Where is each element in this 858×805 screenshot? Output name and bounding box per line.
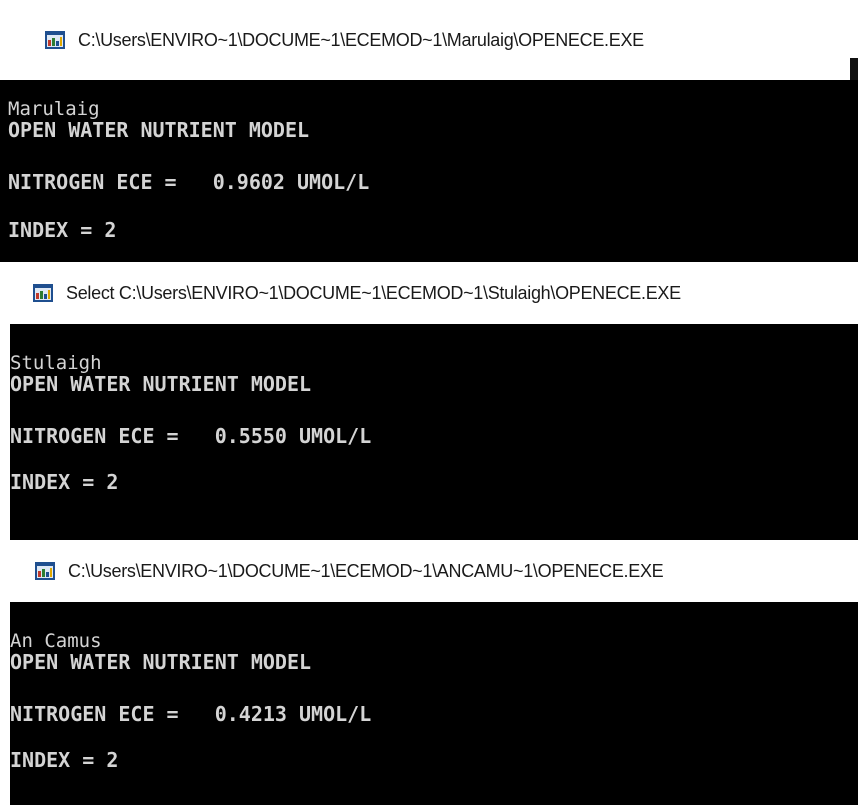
window-edge	[850, 58, 858, 80]
model-title: OPEN WATER NUTRIENT MODEL	[10, 372, 312, 396]
site-name: Stulaigh	[10, 352, 102, 374]
nitrogen-result: NITROGEN ECE = 0.9602 UMOL/L	[8, 170, 370, 194]
site-name: An Camus	[10, 630, 102, 652]
console-app-icon	[45, 31, 65, 49]
index-value: INDEX = 2	[8, 218, 117, 242]
window-title: Select C:\Users\ENVIRO~1\DOCUME~1\ECEMOD…	[66, 282, 681, 303]
index-value: INDEX = 2	[10, 470, 119, 494]
console-app-icon	[33, 284, 53, 302]
nitrogen-result: NITROGEN ECE = 0.5550 UMOL/L	[10, 424, 372, 448]
console-window-an-camus[interactable]: C:\Users\ENVIRO~1\DOCUME~1\ECEMOD~1\ANCA…	[0, 540, 858, 805]
console-output[interactable]: An Camus OPEN WATER NUTRIENT MODEL NITRO…	[10, 602, 858, 805]
window-title: C:\Users\ENVIRO~1\DOCUME~1\ECEMOD~1\ANCA…	[68, 560, 664, 581]
index-value: INDEX = 2	[10, 748, 119, 772]
console-output[interactable]: Marulaig OPEN WATER NUTRIENT MODEL NITRO…	[0, 80, 858, 262]
console-output[interactable]: Stulaigh OPEN WATER NUTRIENT MODEL NITRO…	[10, 324, 858, 540]
console-app-icon	[35, 562, 55, 580]
console-window-stulaigh[interactable]: Select C:\Users\ENVIRO~1\DOCUME~1\ECEMOD…	[0, 262, 858, 540]
window-title: C:\Users\ENVIRO~1\DOCUME~1\ECEMOD~1\Maru…	[78, 29, 644, 50]
window-titlebar[interactable]: C:\Users\ENVIRO~1\DOCUME~1\ECEMOD~1\ANCA…	[0, 540, 858, 602]
model-title: OPEN WATER NUTRIENT MODEL	[8, 118, 310, 142]
window-titlebar[interactable]: Select C:\Users\ENVIRO~1\DOCUME~1\ECEMOD…	[0, 262, 858, 324]
nitrogen-result: NITROGEN ECE = 0.4213 UMOL/L	[10, 702, 372, 726]
window-titlebar[interactable]: C:\Users\ENVIRO~1\DOCUME~1\ECEMOD~1\Maru…	[0, 0, 858, 80]
console-window-marulaig[interactable]: C:\Users\ENVIRO~1\DOCUME~1\ECEMOD~1\Maru…	[0, 0, 858, 262]
site-name: Marulaig	[8, 98, 100, 120]
model-title: OPEN WATER NUTRIENT MODEL	[10, 650, 312, 674]
